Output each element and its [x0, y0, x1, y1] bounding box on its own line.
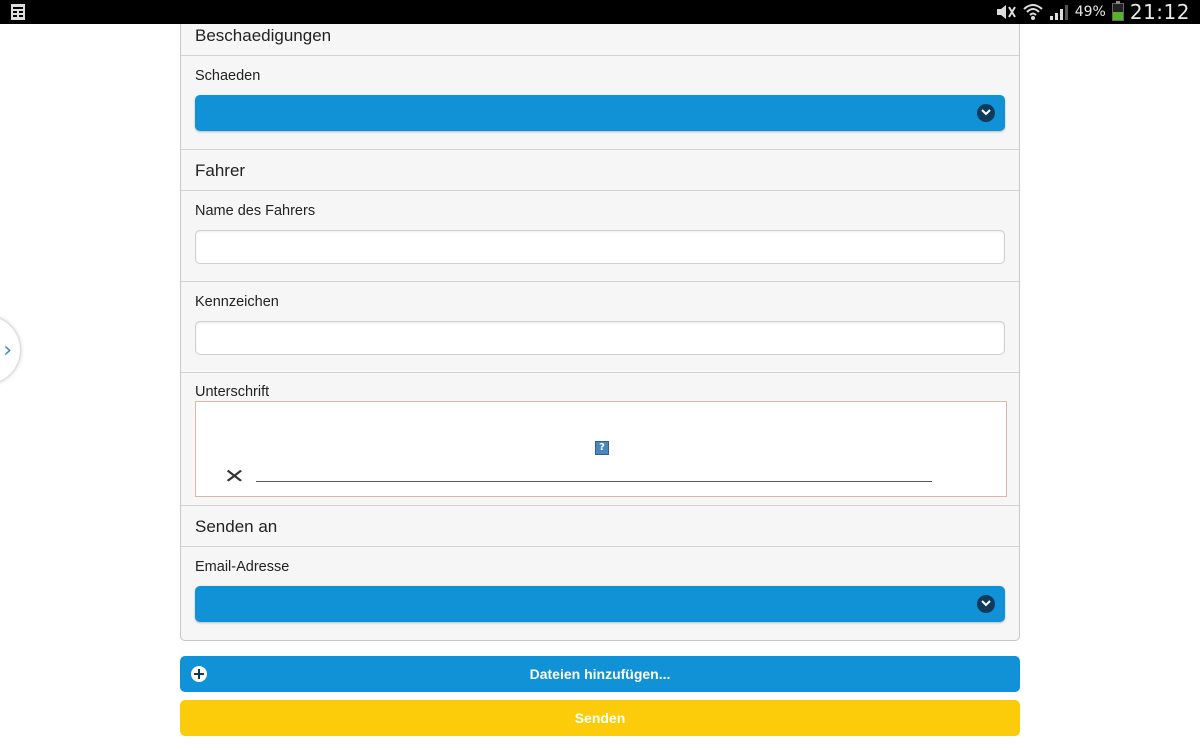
divider	[181, 505, 1019, 506]
damages-label: Schaeden	[195, 68, 261, 84]
divider	[181, 190, 1019, 191]
signature-line	[256, 481, 932, 482]
divider	[181, 546, 1019, 547]
email-label: Email-Adresse	[195, 559, 290, 575]
signature-pad[interactable]: ? ✕	[195, 401, 1007, 497]
send-label: Senden	[574, 710, 626, 726]
wifi-icon	[1023, 4, 1043, 20]
plus-circle-icon	[191, 666, 207, 682]
signature-x-mark: ✕	[223, 464, 246, 488]
divider	[181, 55, 1019, 56]
divider	[181, 372, 1019, 373]
license-plate-input[interactable]	[195, 321, 1005, 355]
email-select[interactable]	[195, 586, 1005, 622]
document-icon	[11, 4, 25, 20]
battery-icon	[1111, 1, 1124, 21]
section-title-driver: Fahrer	[195, 161, 246, 180]
divider	[181, 281, 1019, 282]
chevron-down-icon	[977, 595, 995, 613]
side-panel-toggle[interactable]: ›	[0, 316, 20, 384]
send-button[interactable]: Senden	[180, 700, 1020, 736]
divider	[181, 149, 1019, 150]
signature-label: Unterschrift	[195, 384, 270, 400]
form-panel: Beschaedigungen Schaeden Fahrer Name des…	[180, 24, 1020, 641]
clock: 21:12	[1129, 0, 1190, 24]
section-title-send-to: Senden an	[195, 517, 278, 536]
driver-name-input[interactable]	[195, 230, 1005, 264]
chevron-right-icon: ›	[3, 338, 12, 363]
battery-percentage: 49%	[1074, 4, 1106, 20]
driver-name-label: Name des Fahrers	[195, 203, 316, 219]
chevron-down-icon	[977, 104, 995, 122]
license-plate-label: Kennzeichen	[195, 294, 279, 310]
status-bar: 49% 21:12	[0, 0, 1200, 24]
help-icon[interactable]: ?	[595, 441, 609, 455]
section-title-damages: Beschaedigungen	[195, 26, 332, 45]
add-files-label: Dateien hinzufügen...	[529, 666, 671, 682]
mute-icon	[996, 5, 1016, 19]
add-files-button[interactable]: Dateien hinzufügen...	[180, 656, 1020, 692]
damages-select[interactable]	[195, 95, 1005, 131]
signal-icon	[1049, 5, 1068, 20]
